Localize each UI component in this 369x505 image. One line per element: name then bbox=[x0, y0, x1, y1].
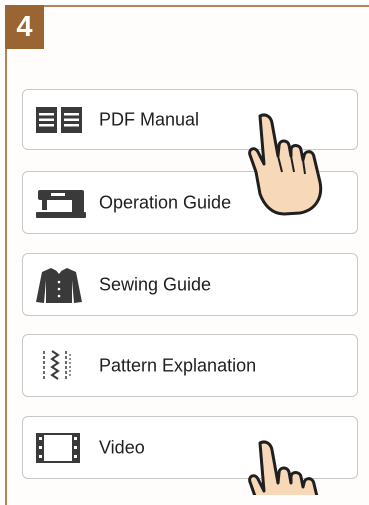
step-number-badge: 4 bbox=[5, 5, 44, 49]
pdf-manual-label: PDF Manual bbox=[99, 109, 200, 129]
video-label: Video bbox=[99, 437, 145, 457]
pattern-explanation-label: Pattern Explanation bbox=[99, 355, 257, 375]
tap-hand-icon bbox=[248, 113, 323, 216]
sewing-machine-icon bbox=[36, 187, 88, 219]
operation-guide-label: Operation Guide bbox=[99, 192, 232, 212]
stitch-pattern-icon bbox=[36, 349, 76, 382]
tap-hand-icon bbox=[248, 440, 319, 495]
book-icon bbox=[36, 106, 82, 134]
film-icon bbox=[36, 432, 80, 463]
pattern-explanation-button[interactable]: Pattern Explanation bbox=[22, 334, 358, 397]
jacket-icon bbox=[36, 266, 82, 304]
sewing-guide-button[interactable]: Sewing Guide bbox=[22, 253, 358, 316]
sewing-guide-label: Sewing Guide bbox=[99, 274, 212, 294]
